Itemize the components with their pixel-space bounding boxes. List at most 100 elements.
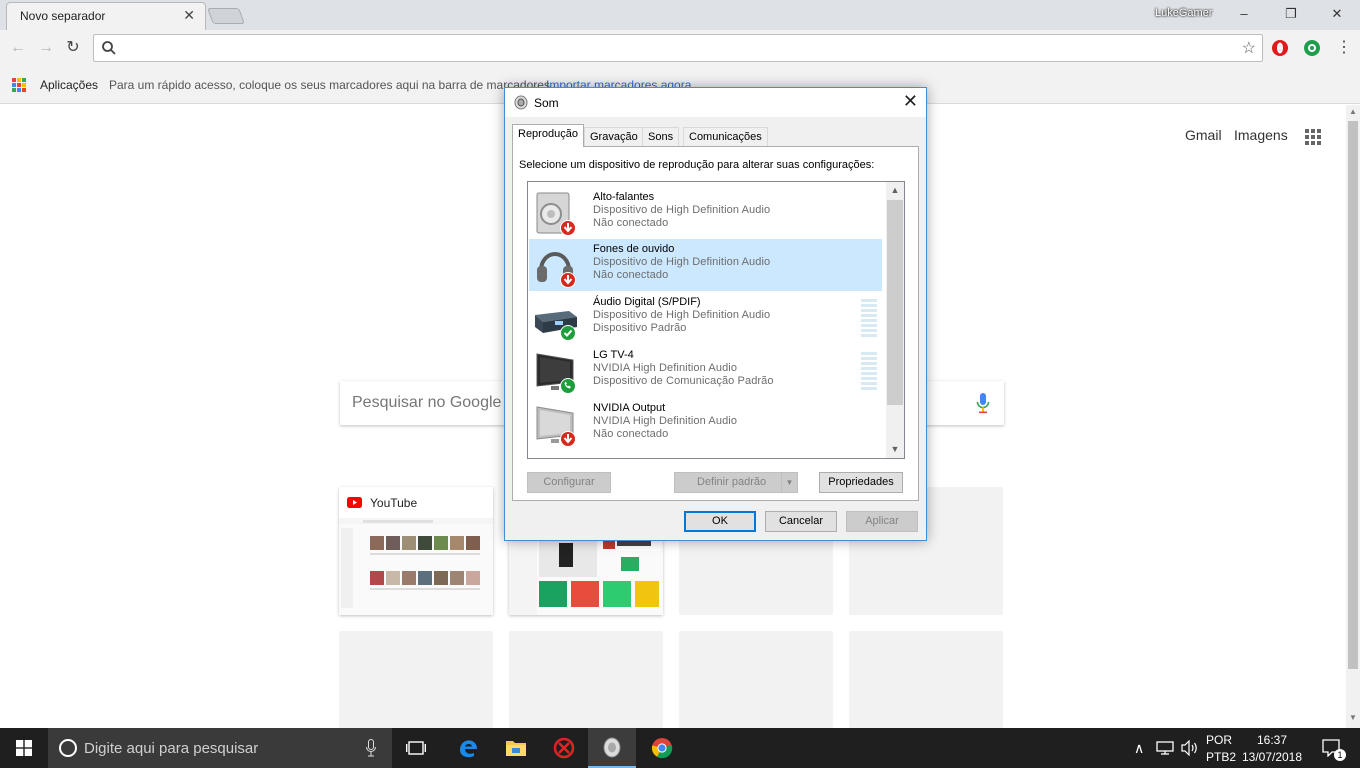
device-list-scrollbar[interactable]: ▲ ▼ [886, 182, 904, 458]
task-view-icon [406, 741, 426, 755]
network-icon[interactable] [1156, 741, 1174, 755]
speaker-icon [603, 737, 621, 758]
red-app-icon [553, 737, 575, 759]
windows-logo-icon [16, 740, 32, 756]
ok-button[interactable]: OK [684, 511, 756, 532]
cancel-button[interactable]: Cancelar [765, 511, 837, 532]
page-scrollbar[interactable]: ▲ ▼ [1346, 105, 1360, 728]
bookmarks-hint: Para um rápido acesso, coloque os seus m… [109, 78, 554, 92]
new-tab-button[interactable] [207, 8, 245, 24]
device-name: LG TV-4 [593, 349, 634, 361]
microphone-icon[interactable] [976, 392, 990, 414]
images-link[interactable]: Imagens [1234, 127, 1288, 143]
scroll-down-icon[interactable]: ▼ [1346, 713, 1360, 722]
properties-button[interactable]: Propriedades [819, 472, 903, 493]
device-item-alto-falantes[interactable]: Alto-falantes Dispositivo de High Defini… [529, 187, 882, 239]
address-input[interactable] [124, 38, 1224, 58]
digital-audio-icon [535, 311, 577, 341]
monitor-icon [536, 406, 576, 447]
device-driver: Dispositivo de High Definition Audio [593, 204, 771, 216]
apps-grid-icon[interactable] [12, 78, 26, 92]
clock-time: 16:37 [1256, 733, 1288, 747]
taskbar-file-explorer[interactable] [492, 728, 540, 768]
scroll-down-icon[interactable]: ▼ [886, 444, 904, 454]
edge-icon [460, 740, 477, 758]
device-item-audio-digital[interactable]: Áudio Digital (S/PDIF) Dispositivo de Hi… [529, 292, 882, 344]
device-item-lg-tv[interactable]: LG TV-4 NVIDIA High Definition Audio Dis… [529, 345, 882, 397]
taskbar-chrome[interactable] [638, 728, 686, 768]
address-bar[interactable]: ☆ [93, 34, 1263, 62]
tile-youtube[interactable]: YouTube [339, 487, 493, 615]
forward-icon[interactable]: → [35, 37, 57, 59]
back-icon[interactable]: ← [7, 37, 29, 59]
configure-button[interactable]: Configurar [527, 472, 611, 493]
volume-meter [861, 299, 877, 339]
scrollbar-thumb[interactable] [1348, 121, 1358, 669]
scroll-up-icon[interactable]: ▲ [886, 185, 904, 195]
tile-empty [509, 631, 663, 728]
microphone-icon[interactable] [366, 739, 376, 757]
device-name: Áudio Digital (S/PDIF) [593, 296, 701, 308]
dialog-close-icon[interactable]: ✕ [903, 91, 918, 112]
taskbar-search-input[interactable] [84, 738, 354, 758]
device-item-nvidia-output[interactable]: NVIDIA Output NVIDIA High Definition Aud… [529, 398, 882, 450]
tile-empty [849, 631, 1003, 728]
tab-strip: Novo separador ✕ LukeGamer – ❐ ✕ [0, 0, 1360, 30]
tab-sons[interactable]: Sons [642, 127, 680, 147]
keyboard-layout: PTB2 [1206, 750, 1237, 764]
google-apps-icon[interactable] [1305, 129, 1321, 145]
search-icon [102, 41, 116, 55]
dialog-titlebar[interactable]: Som ✕ [505, 88, 926, 117]
taskbar-search[interactable] [48, 728, 392, 768]
volume-meter [861, 352, 877, 392]
device-driver: Dispositivo de High Definition Audio [593, 256, 771, 268]
start-button[interactable] [0, 728, 48, 768]
action-center-button[interactable]: 1 [1314, 728, 1354, 768]
device-item-fones-de-ouvido[interactable]: Fones de ouvido Dispositivo de High Defi… [529, 239, 882, 291]
profile-name[interactable]: LukeGamer [1155, 7, 1212, 19]
tab-comunicacoes[interactable]: Comunicações [683, 127, 768, 147]
dropdown-arrow-icon[interactable]: ▼ [781, 473, 797, 492]
close-tab-icon[interactable]: ✕ [183, 7, 195, 24]
device-list[interactable]: Alto-falantes Dispositivo de High Defini… [527, 181, 905, 459]
reload-icon[interactable]: ↻ [62, 37, 84, 59]
device-status: Dispositivo Padrão [593, 322, 687, 334]
menu-icon[interactable]: ⋮ [1333, 37, 1355, 59]
device-driver: NVIDIA High Definition Audio [593, 362, 738, 374]
clock[interactable]: 16:37 13/07/2018 [1240, 728, 1304, 768]
taskbar-app-red[interactable] [540, 728, 588, 768]
device-status: Dispositivo de Comunicação Padrão [593, 375, 774, 387]
apply-button[interactable]: Aplicar [846, 511, 918, 532]
tab-gravacao[interactable]: Gravação [584, 127, 644, 147]
tv-icon [536, 353, 576, 394]
device-driver: NVIDIA High Definition Audio [593, 415, 738, 427]
set-default-label: Definir padrão [697, 476, 767, 488]
language-indicator[interactable]: POR PTB2 [1206, 728, 1236, 768]
taskbar: ∧ POR PTB2 16:37 13/07/2018 1 [0, 728, 1360, 768]
opera-extension-icon[interactable] [1270, 38, 1290, 58]
extension-icon[interactable] [1302, 38, 1322, 58]
tab-new-tab[interactable]: Novo separador ✕ [6, 2, 206, 30]
clock-date: 13/07/2018 [1241, 750, 1303, 764]
taskbar-edge[interactable] [444, 728, 492, 768]
scrollbar-thumb[interactable] [887, 200, 903, 405]
folder-icon [506, 741, 526, 756]
taskbar-sound[interactable] [588, 728, 636, 768]
gmail-link[interactable]: Gmail [1185, 127, 1222, 143]
show-hidden-icons-icon[interactable]: ∧ [1134, 740, 1144, 757]
set-default-button[interactable]: Definir padrão ▼ [674, 472, 798, 493]
apps-shortcut[interactable]: Aplicações [40, 78, 98, 92]
instruction-text: Selecione um dispositivo de reprodução p… [519, 159, 875, 171]
speaker-icon [536, 192, 576, 236]
sound-dialog: Som ✕ Reprodução Gravação Sons Comunicaç… [504, 87, 927, 541]
device-name: Alto-falantes [593, 191, 655, 203]
restore-icon[interactable]: ❐ [1276, 3, 1306, 25]
tab-reproducao[interactable]: Reprodução [512, 124, 584, 147]
bookmark-star-icon[interactable]: ☆ [1242, 38, 1256, 58]
task-view-button[interactable] [392, 728, 440, 768]
window-close-icon[interactable]: ✕ [1322, 3, 1352, 25]
scroll-up-icon[interactable]: ▲ [1346, 107, 1360, 116]
volume-icon[interactable] [1181, 740, 1199, 756]
minimize-icon[interactable]: – [1229, 3, 1259, 25]
chrome-icon [651, 738, 673, 759]
